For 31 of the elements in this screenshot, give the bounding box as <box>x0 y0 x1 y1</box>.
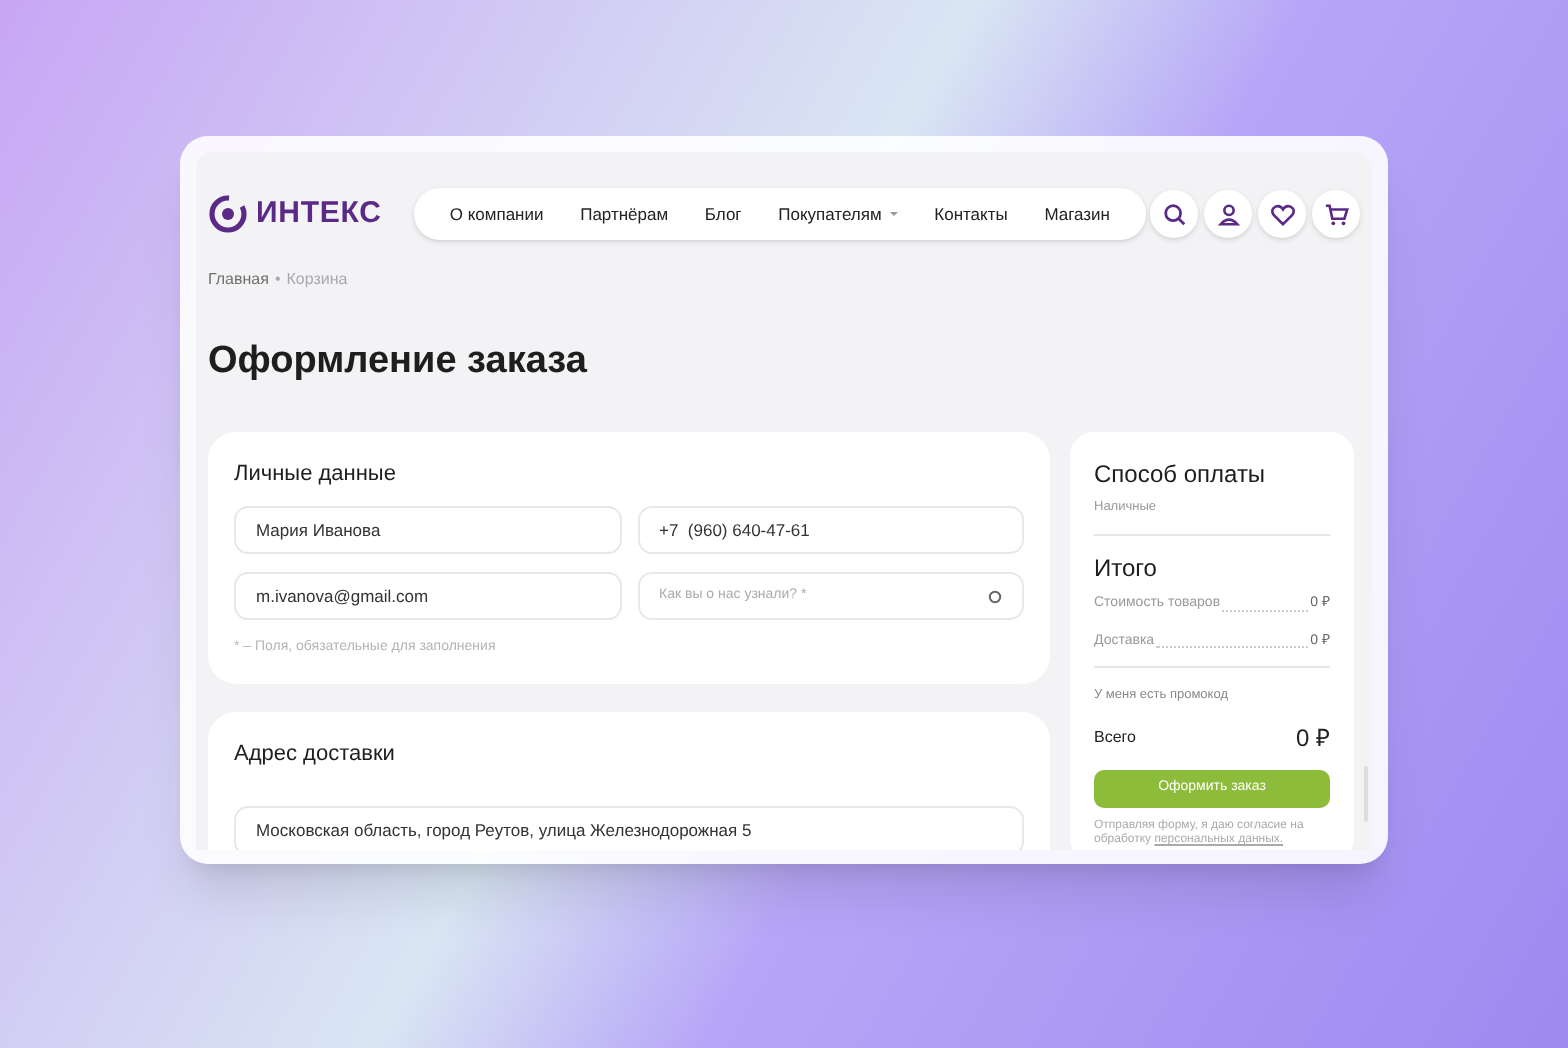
cart-button[interactable] <box>1312 190 1360 238</box>
total-title: Итого <box>1094 552 1159 587</box>
cart-icon <box>1323 201 1349 227</box>
address-field[interactable]: Московская область, город Реутов, улица Железнодорожная 5 <box>234 806 1024 850</box>
input-field[interactable]: +7 (960) 640-47-61 <box>637 506 1024 554</box>
heart-button[interactable] <box>1258 190 1306 238</box>
nav-link[interactable]: Покупателям <box>778 201 898 227</box>
card-title: Адрес доставки <box>234 739 397 769</box>
card-title: Личные данные <box>234 459 398 489</box>
breadcrumb-separator: • <box>274 268 281 292</box>
nav-link[interactable]: Контакты <box>934 201 1008 227</box>
breadcrumb-link[interactable]: Главная <box>208 268 269 292</box>
caret-icon <box>889 212 898 216</box>
input-field[interactable]: Мария Иванова <box>234 506 621 554</box>
nav-link[interactable]: Партнёрам <box>580 201 669 227</box>
heart-icon <box>1269 201 1295 227</box>
nav-link[interactable]: Магазин <box>1044 201 1110 227</box>
circle-icon <box>988 589 1002 603</box>
nav-link[interactable]: Блог <box>704 201 742 227</box>
total-label: Всего <box>1094 726 1136 750</box>
input-field[interactable]: m.ivanova@gmail.com <box>234 572 621 620</box>
total-value: 0 ₽ <box>1295 722 1330 756</box>
nav-link[interactable]: О компании <box>449 201 544 227</box>
logo-icon <box>208 192 248 236</box>
card-title: Способ оплаты <box>1094 457 1268 491</box>
user-button[interactable] <box>1204 190 1252 238</box>
page-title: Оформление заказа <box>208 338 589 386</box>
logo-text: ИНТЕКС <box>256 193 382 234</box>
search-button[interactable] <box>1150 190 1198 238</box>
user-icon <box>1215 201 1241 227</box>
search-icon <box>1161 201 1187 227</box>
